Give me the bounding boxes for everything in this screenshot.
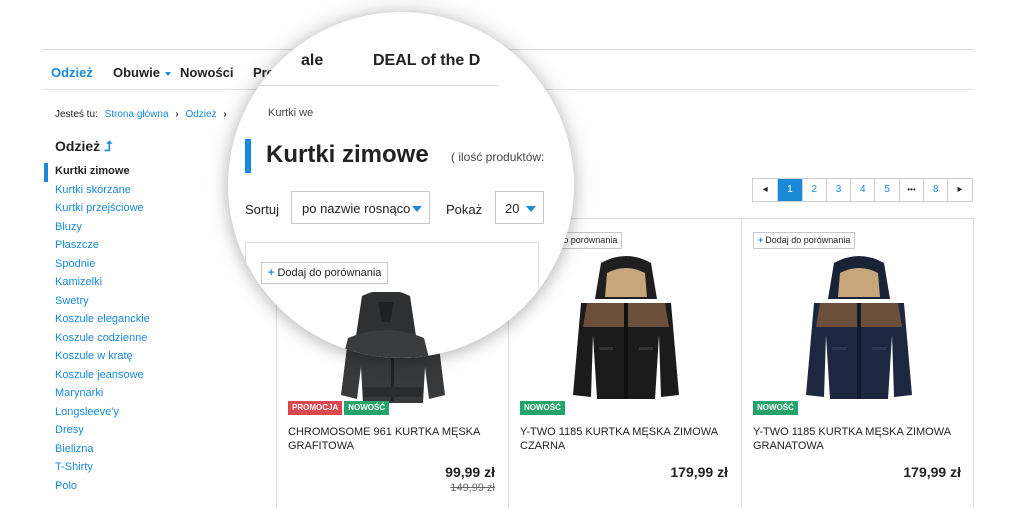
product-price: 99,99 zł [445,464,495,480]
sidebar-item-kamizelki[interactable]: Kamizelki [44,274,150,293]
nav-item-obuwie[interactable]: Obuwie [113,65,171,80]
nav-item-nowosci[interactable]: Nowości [180,65,233,80]
page-button-5[interactable]: 5 [874,179,898,201]
nav-divider [228,85,498,86]
sidebar-item-spodnie[interactable]: Spodnie [44,256,150,275]
page-button-3[interactable]: 3 [825,179,850,201]
plus-icon: + [268,267,275,279]
add-to-compare-label: Dodaj do porównania [765,235,851,245]
grid-divider [245,242,246,358]
sidebar-item-bluzy[interactable]: Bluzy [44,219,150,238]
plus-icon: + [758,235,764,245]
sidebar-item-plaszcze[interactable]: Płaszcze [44,237,150,256]
badge-group: PROMOCJA NOWOŚĆ [288,401,390,415]
add-to-compare-button[interactable]: +Dodaj do porównania [753,232,856,249]
title-accent-bar [245,139,251,173]
product-price: 179,99 zł [903,464,961,480]
sidebar-item-swetry[interactable]: Swetry [44,293,150,312]
chevron-right-icon: › [223,109,227,120]
sidebar-item-dresy[interactable]: Dresy [44,422,150,441]
sidebar-item-marynarki[interactable]: Marynarki [44,385,150,404]
product-name[interactable]: Y-TWO 1185 KURTKA MĘSKA ZIMOWA CZARNA [520,425,735,453]
product-card-3[interactable]: + Dodaj do porównania NOWOŚĆ Y-TWO 1185 K… [742,219,973,508]
nav-item-deal-of-the-day[interactable]: DEAL of the D [373,52,480,70]
show-label: Pokaż [446,202,483,217]
product-name[interactable]: Y-TWO 1185 KURTKA MĘSKA ZIMOWA GRANATOWA [753,425,968,453]
page-button-2[interactable]: 2 [801,179,826,201]
arrow-up-icon: ⮥ [104,138,113,154]
badge-group: NOWOŚĆ [753,401,798,415]
ellipsis-icon: ••• [898,179,923,201]
product-price: 179,99 zł [670,464,728,480]
breadcrumb-home-link[interactable]: Strona główna [105,109,169,120]
sidebar-item-kurtki-skorzane[interactable]: Kurtki skórzane [44,182,150,201]
grid-top-border [245,242,539,243]
sidebar-item-koszule-w-krate[interactable]: Koszule w kratę [44,348,150,367]
add-to-compare-label: Dodaj do porównania [277,267,382,279]
sidebar-title[interactable]: Odzież ⮥ [55,138,112,155]
page-button-8[interactable]: 8 [923,179,947,201]
nav-item-odziez[interactable]: Odzież [51,65,93,80]
product-image-1-zoomed [343,292,429,358]
breadcrumb-odziez-link[interactable]: Odzież [185,109,216,120]
breadcrumb: Jesteś tu: Strona główna › Odzież › [55,109,231,120]
badge-group: NOWOŚĆ [520,401,565,415]
prev-page-button[interactable]: ◂ [753,179,777,201]
new-badge: NOWOŚĆ [753,401,798,415]
chevron-down-icon [526,206,536,212]
sidebar-item-koszule-eleganckie[interactable]: Koszule eleganckie [44,311,150,330]
per-page-select-value: 20 [505,201,520,216]
next-page-button[interactable]: ▸ [947,179,971,201]
sidebar-item-longsleeves[interactable]: Longsleeve'y [44,404,150,423]
add-to-compare-button[interactable]: +Dodaj do porównania [261,262,389,284]
sidebar-item-bielizna[interactable]: Bielizna [44,441,150,460]
breadcrumb-label: Jesteś tu: [55,109,98,120]
per-page-select[interactable]: 20 [495,191,544,224]
grid-divider [973,218,974,508]
chevron-right-icon: › [175,109,179,120]
new-badge: NOWOŚĆ [344,401,390,415]
pagination: ◂ 1 2 3 4 5 ••• 8 ▸ [752,178,973,202]
magnifier-lens: ale DEAL of the D Kurtki we Kurtki zimow… [228,12,574,358]
grid-divider [538,242,539,358]
sort-label: Sortuj [245,202,279,217]
sidebar-item-koszule-jeansowe[interactable]: Koszule jeansowe [44,367,150,386]
chevron-down-icon [164,71,171,76]
sort-select[interactable]: po nazwie rosnąco [291,191,430,224]
new-badge: NOWOŚĆ [520,401,565,415]
product-image-2[interactable] [561,255,691,401]
chevron-down-icon [412,206,422,212]
sidebar-item-koszule-codzienne[interactable]: Koszule codzienne [44,330,150,349]
page-button-4[interactable]: 4 [850,179,874,201]
nav-item-sale[interactable]: ale [301,52,323,70]
sidebar-item-kurtki-zimowe[interactable]: Kurtki zimowe [44,163,150,182]
page-title: Kurtki zimowe [266,141,429,168]
sidebar-item-t-shirty[interactable]: T-Shirty [44,459,150,478]
sidebar-title-label: Odzież [55,138,101,154]
sort-select-value: po nazwie rosnąco [302,201,411,216]
sidebar-item-polo[interactable]: Polo [44,478,150,497]
promo-badge: PROMOCJA [288,401,343,415]
breadcrumb-current: Kurtki we [268,107,314,119]
nav-item-label: Obuwie [113,65,160,80]
page-button-1[interactable]: 1 [777,179,802,201]
product-count-label: ( ilość produktów: [451,150,545,164]
sidebar-category-list: Kurtki zimowe Kurtki skórzane Kurtki prz… [44,163,150,496]
sidebar-item-kurtki-przejsciowe[interactable]: Kurtki przejściowe [44,200,150,219]
product-name[interactable]: CHROMOSOME 961 KURTKA MĘSKA GRAFITOWA [288,425,503,453]
product-image-3[interactable] [794,255,924,401]
product-old-price: 149,99 zł [450,482,495,494]
